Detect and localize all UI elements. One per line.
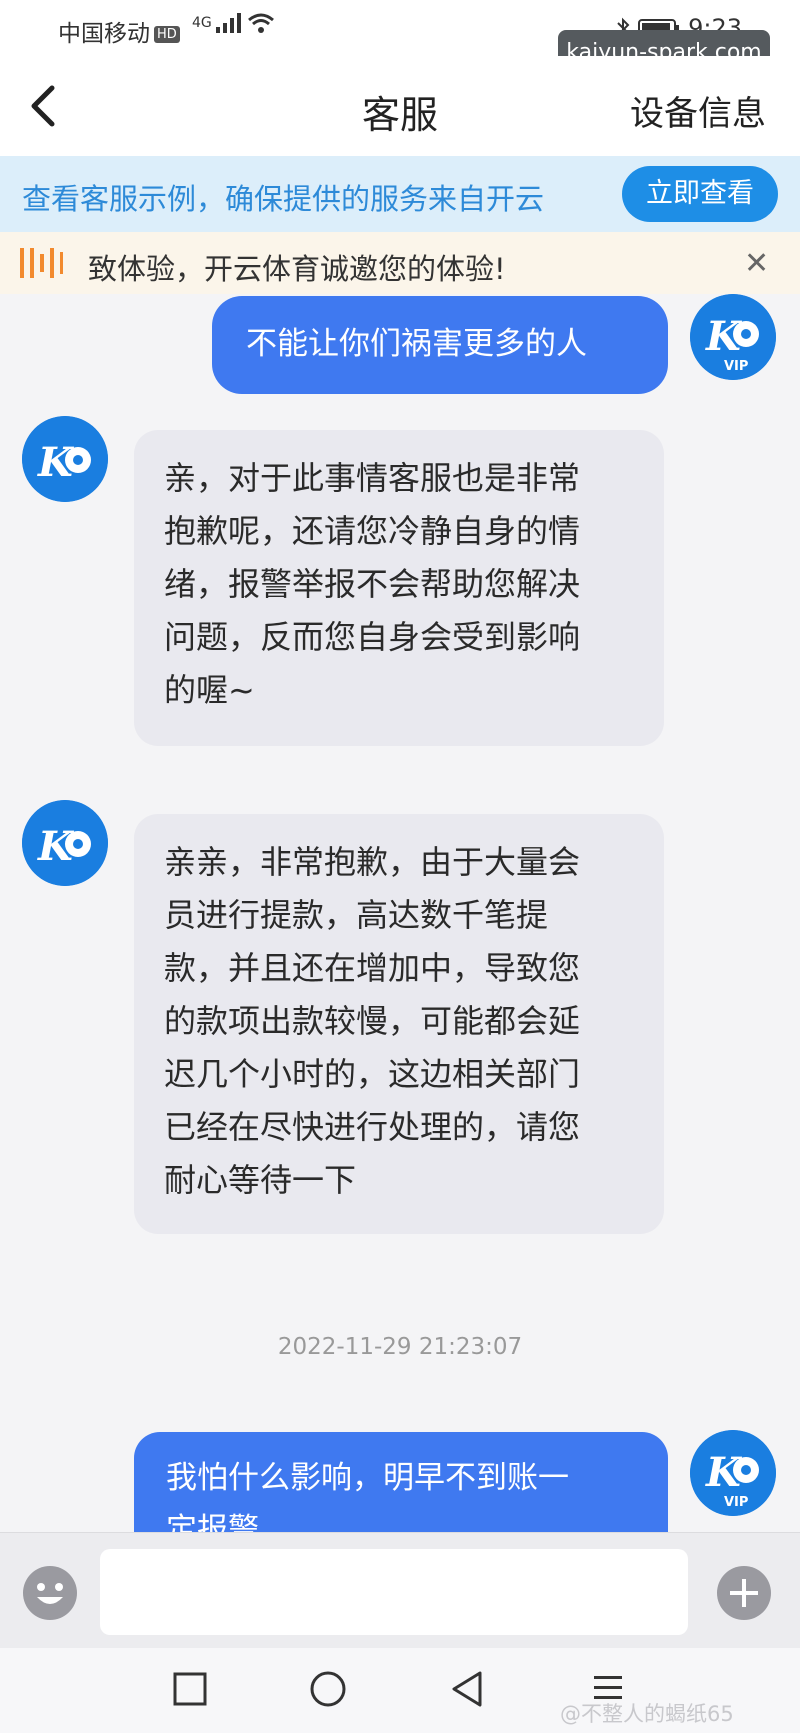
- add-icon[interactable]: [716, 1565, 772, 1621]
- wifi-icon: [247, 13, 274, 33]
- carrier-info: 中国移动 HD: [58, 14, 180, 48]
- vip-badge: VIP: [724, 1495, 748, 1510]
- carrier-name: 中国移动: [58, 21, 150, 47]
- promo-text: 查看客服示例，确保提供的服务来自开云: [22, 182, 545, 216]
- back-nav-icon[interactable]: [448, 1668, 484, 1708]
- brand-logo-icon: K: [22, 416, 108, 502]
- message-bubble-sent: 不能让你们祸害更多的人: [212, 296, 668, 394]
- avatar[interactable]: K: [22, 416, 108, 502]
- message-line: 耐心等待一下: [164, 1161, 357, 1199]
- message-timestamp: 2022-11-29 21:23:07: [277, 1334, 523, 1360]
- message-line: 定报警: [166, 1512, 259, 1532]
- input-bar: [0, 1532, 800, 1649]
- message-line: 迟几个小时的，这边相关部门: [164, 1055, 581, 1093]
- promo-banner: 查看客服示例，确保提供的服务来自开云 立即查看: [0, 156, 800, 232]
- message-line: 已经在尽快进行处理的，请您: [164, 1108, 581, 1146]
- chat-area[interactable]: 不能让你们祸害更多的人 K VIP K 亲，对于此事情客服也是非常 抱歉呢，还请…: [0, 294, 800, 1532]
- announcement-icon: [20, 248, 63, 278]
- message-text: 不能让你们祸害更多的人: [246, 326, 587, 362]
- network-type: 4G: [192, 15, 212, 31]
- message-line: 亲，对于此事情客服也是非常: [164, 459, 581, 497]
- system-navigation-bar: @不整人的蝎纸65: [0, 1648, 800, 1733]
- home-icon[interactable]: [308, 1668, 348, 1708]
- message-line: 的款项出款较慢，可能都会延: [164, 1002, 581, 1040]
- signal-indicator: 4G: [192, 12, 275, 34]
- vip-logo-icon: K VIP: [690, 1430, 776, 1516]
- hd-badge: HD: [154, 26, 180, 43]
- message-line: 款，并且还在增加中，导致您: [164, 949, 581, 987]
- notice-bar: 致体验，开云体育诚邀您的体验! ✕: [0, 232, 800, 294]
- message-input[interactable]: [100, 1549, 688, 1635]
- message-bubble-sent: 我怕什么影响，明早不到账一 定报警: [134, 1432, 668, 1532]
- avatar[interactable]: K VIP: [690, 1430, 776, 1516]
- message-line: 问题，反而您自身会受到影响: [164, 618, 581, 656]
- emoji-icon[interactable]: [22, 1565, 78, 1621]
- avatar[interactable]: K VIP: [690, 294, 776, 380]
- vip-logo-icon: K VIP: [690, 294, 776, 380]
- notice-text: 致体验，开云体育诚邀您的体验!: [88, 252, 506, 286]
- avatar[interactable]: K: [22, 800, 108, 886]
- credit-watermark: @不整人的蝎纸65: [560, 1702, 734, 1726]
- back-arrow-icon[interactable]: [26, 84, 60, 128]
- message-line: 我怕什么影响，明早不到账一: [166, 1460, 569, 1496]
- brand-logo-icon: K: [22, 800, 108, 886]
- message-bubble-received: 亲亲，非常抱歉，由于大量会 员进行提款，高达数千笔提 款，并且还在增加中，导致您…: [134, 814, 664, 1234]
- message-line: 抱歉呢，还请您冷静自身的情: [164, 512, 581, 550]
- nav-bar: 客服 设备信息: [0, 56, 800, 156]
- message-bubble-received: 亲，对于此事情客服也是非常 抱歉呢，还请您冷静自身的情 绪，报警举报不会帮助您解…: [134, 430, 664, 746]
- device-info-button[interactable]: 设备信息: [630, 86, 766, 135]
- vip-badge: VIP: [724, 359, 748, 374]
- message-line: 绪，报警举报不会帮助您解决: [164, 565, 581, 603]
- message-line: 员进行提款，高达数千笔提: [164, 896, 549, 934]
- message-line: 的喔~: [164, 671, 255, 709]
- signal-icon: [216, 13, 242, 33]
- close-icon[interactable]: ✕: [744, 246, 769, 281]
- view-now-button[interactable]: 立即查看: [622, 166, 778, 222]
- recent-apps-icon[interactable]: [172, 1668, 208, 1708]
- message-line: 亲亲，非常抱歉，由于大量会: [164, 843, 581, 881]
